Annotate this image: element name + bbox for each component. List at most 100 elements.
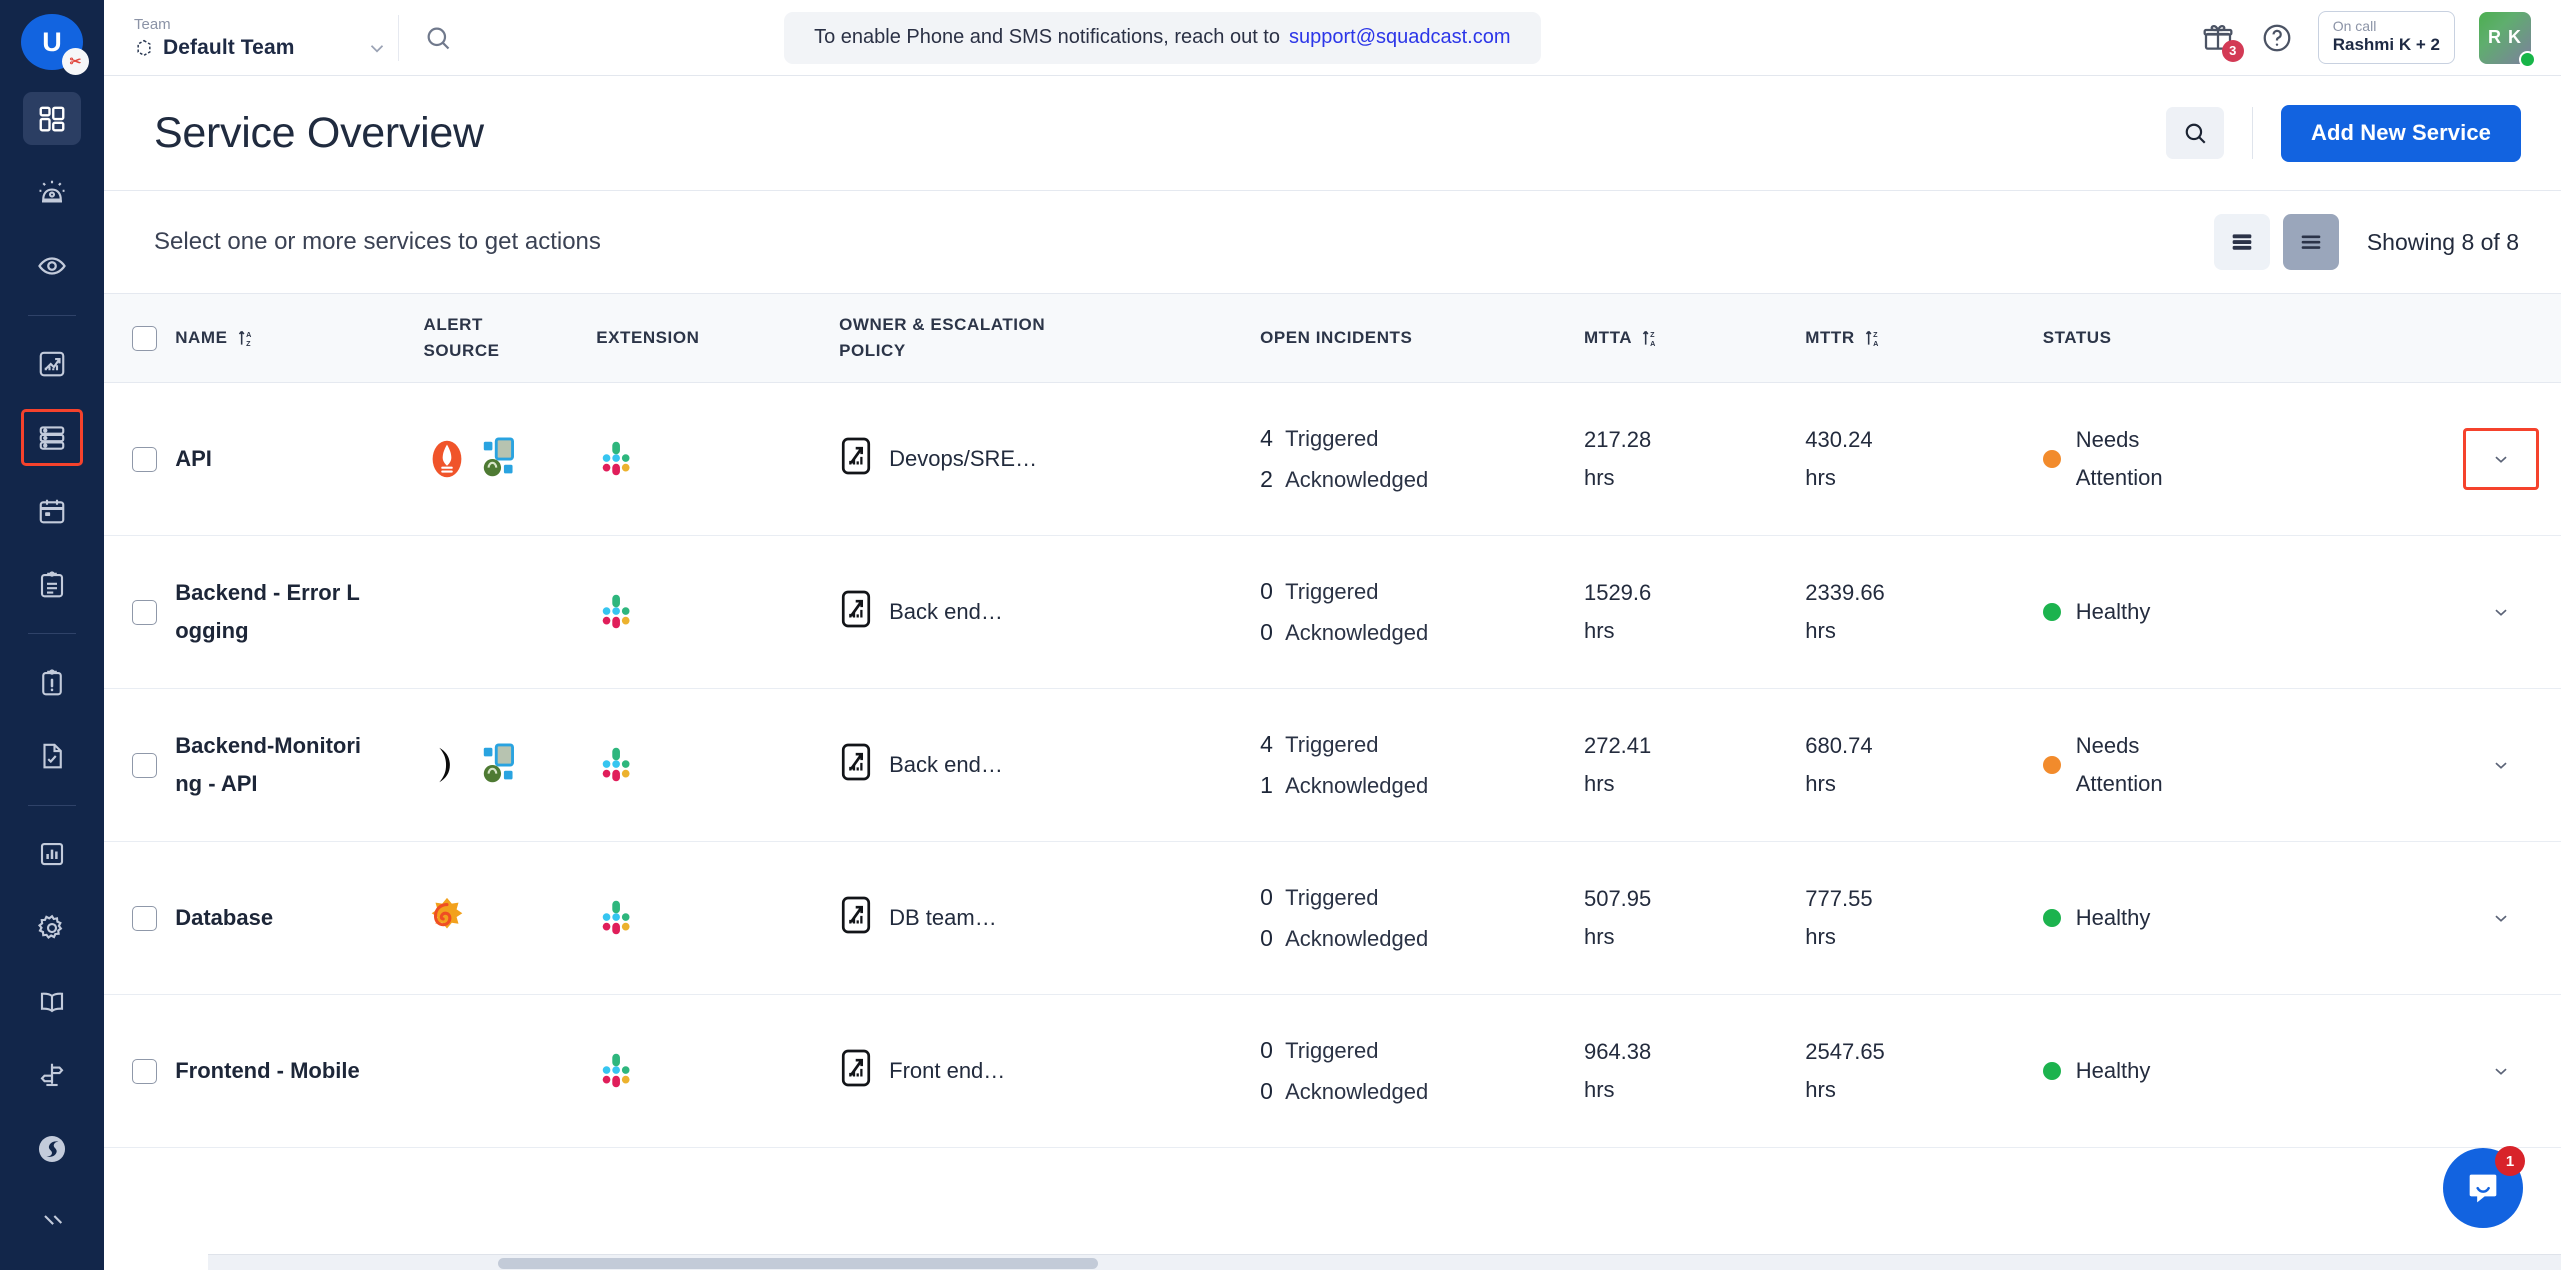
th-name[interactable]: NAME AZ: [175, 293, 424, 383]
services-table-container: NAME AZ ALERT SOURCE EXTENSION OWNER & E…: [104, 293, 2561, 1270]
row-checkbox[interactable]: [132, 1058, 157, 1084]
sidebar-item-schedules[interactable]: [23, 485, 81, 538]
service-name[interactable]: Backend-Monitoring - API: [175, 727, 371, 803]
service-name-cell: Backend - Error Logging: [175, 535, 424, 689]
service-name[interactable]: Frontend - Mobile: [175, 1052, 371, 1090]
owner-escalation-policy[interactable]: Back end…: [839, 742, 1260, 788]
gift-icon[interactable]: 3: [2200, 20, 2244, 62]
sidebar-item-watchlist[interactable]: [23, 240, 81, 293]
svg-text:A: A: [1873, 339, 1879, 348]
service-name[interactable]: Backend - Error Logging: [175, 574, 371, 650]
left-nav-rail: U ✂: [0, 0, 104, 1270]
header-divider: [397, 14, 399, 61]
sidebar-item-postmortems[interactable]: [23, 656, 81, 709]
owner-escalation-policy[interactable]: Back end…: [839, 589, 1260, 635]
sidebar-item-dashboard[interactable]: [23, 92, 81, 146]
team-value-row: Default Team: [134, 36, 388, 60]
oncall-indicator[interactable]: On call Rashmi K + 2: [2317, 11, 2455, 64]
expand-cell: [2409, 382, 2561, 536]
th-mttr[interactable]: MTTR ZA: [1805, 293, 2043, 383]
triggered-line: 4 Triggered: [1260, 418, 1584, 459]
sidebar-item-settings[interactable]: [23, 901, 81, 954]
sidebar-item-reports[interactable]: [23, 828, 81, 881]
table-row[interactable]: Database DB team… 0 Triggered 0 Acknowledged 5…: [104, 841, 2561, 995]
row-expand-button[interactable]: [2463, 887, 2539, 949]
row-select-cell: [104, 841, 176, 995]
chevron-down-icon[interactable]: [366, 37, 388, 59]
row-expand-button[interactable]: [2463, 734, 2539, 796]
header-actions: 3 On call Rashmi K + 2 R K: [2200, 11, 2539, 68]
kubernetes-grid-icon: [483, 743, 514, 783]
alert-source-cell: [423, 535, 597, 689]
owner-escalation-policy[interactable]: Devops/SRE…: [839, 436, 1260, 482]
compact-view-button[interactable]: [2213, 214, 2270, 270]
add-new-service-button[interactable]: Add New Service: [2280, 104, 2521, 162]
acknowledged-count: 0: [1260, 619, 1273, 645]
slack-icon: [602, 594, 630, 629]
banner-text: To enable Phone and SMS notifications, r…: [814, 26, 1280, 48]
support-email-link[interactable]: support@squadcast.com: [1289, 26, 1511, 49]
status-dot-icon: [2042, 756, 2061, 774]
alert-source-cell: [423, 688, 597, 842]
row-expand-button[interactable]: [2463, 581, 2539, 643]
sidebar-item-incidents[interactable]: [23, 166, 81, 219]
sidebar-item-squadcast[interactable]: [23, 1123, 81, 1176]
row-checkbox[interactable]: [132, 599, 157, 625]
row-expand-button[interactable]: [2463, 1040, 2539, 1102]
horizontal-scrollbar[interactable]: [208, 1254, 2561, 1270]
table-row[interactable]: Backend - Error Logging Back end… 0 Trigger…: [104, 535, 2561, 689]
user-avatar[interactable]: R K: [2478, 11, 2536, 68]
owner-escalation-policy[interactable]: DB team…: [839, 895, 1260, 941]
th-alert-source-label: ALERT SOURCE: [423, 315, 500, 360]
select-all-checkbox[interactable]: [132, 325, 157, 351]
service-search-icon[interactable]: [2165, 107, 2224, 159]
th-mtta[interactable]: MTTA ZA: [1583, 293, 1806, 383]
sidebar-item-docs[interactable]: [23, 975, 81, 1028]
sidebar-item-status-page[interactable]: [23, 730, 81, 783]
service-name[interactable]: Database: [175, 899, 371, 937]
status-dot-icon: [2042, 909, 2061, 927]
service-name[interactable]: API: [175, 440, 371, 478]
mtta-unit: hrs: [1583, 618, 1615, 643]
team-selector[interactable]: Team Default Team: [130, 16, 388, 60]
status-text: Needs Attention: [2075, 427, 2163, 490]
help-icon[interactable]: [2260, 21, 2294, 55]
owner-cell: Front end…: [839, 994, 1261, 1148]
sidebar-item-analytics[interactable]: [23, 337, 81, 390]
sidebar-item-services[interactable]: [21, 409, 83, 466]
th-mtta-label: MTTA: [1583, 328, 1633, 347]
org-avatar[interactable]: U ✂: [21, 14, 89, 76]
sidebar-item-collapse[interactable]: [23, 1196, 81, 1249]
table-row[interactable]: Frontend - Mobile Front end… 0 Triggered 0 Ac…: [104, 994, 2561, 1148]
triggered-label: Triggered: [1285, 1038, 1379, 1063]
table-row[interactable]: Backend-Monitoring - API Back end… 4 Trigge…: [104, 688, 2561, 842]
showing-count: Showing 8 of 8: [2366, 228, 2519, 255]
intercom-chat-button[interactable]: 1: [2443, 1146, 2525, 1228]
compact-rows-icon: [2232, 234, 2252, 250]
status-dot-icon: [2042, 450, 2061, 468]
row-checkbox[interactable]: [132, 752, 157, 778]
row-checkbox[interactable]: [132, 905, 157, 931]
scrollbar-thumb[interactable]: [498, 1258, 1098, 1269]
table-toolbar: Select one or more services to get actio…: [104, 191, 2561, 293]
sidebar-item-guides[interactable]: [23, 1049, 81, 1102]
mttr-cell: 680.74 hrs: [1805, 688, 2043, 842]
row-expand-button[interactable]: [2463, 428, 2539, 490]
owner-name: Front end…: [889, 1058, 1006, 1083]
table-header-row: NAME AZ ALERT SOURCE EXTENSION OWNER & E…: [104, 293, 2561, 383]
sidebar-item-runbooks[interactable]: [23, 559, 81, 612]
search-icon[interactable]: [421, 21, 455, 55]
triggered-count: 0: [1260, 1037, 1273, 1063]
triggered-label: Triggered: [1285, 426, 1379, 451]
open-incidents-cell: 0 Triggered 0 Acknowledged: [1260, 535, 1584, 689]
mttr-value: 680.74: [1805, 733, 1873, 758]
row-checkbox[interactable]: [132, 446, 157, 472]
mttr-unit: hrs: [1805, 465, 1836, 490]
status-dot-icon: [2042, 1062, 2061, 1080]
table-row[interactable]: API Devops/SRE… 4 Triggered 2 Acknowledged 217…: [104, 382, 2561, 536]
th-owner-label: OWNER & ESCALATION POLICY: [839, 315, 1046, 360]
mttr-cell: 430.24 hrs: [1805, 382, 2043, 536]
action-divider: [2251, 107, 2253, 159]
owner-escalation-policy[interactable]: Front end…: [839, 1048, 1260, 1094]
expanded-view-button[interactable]: [2282, 214, 2339, 270]
